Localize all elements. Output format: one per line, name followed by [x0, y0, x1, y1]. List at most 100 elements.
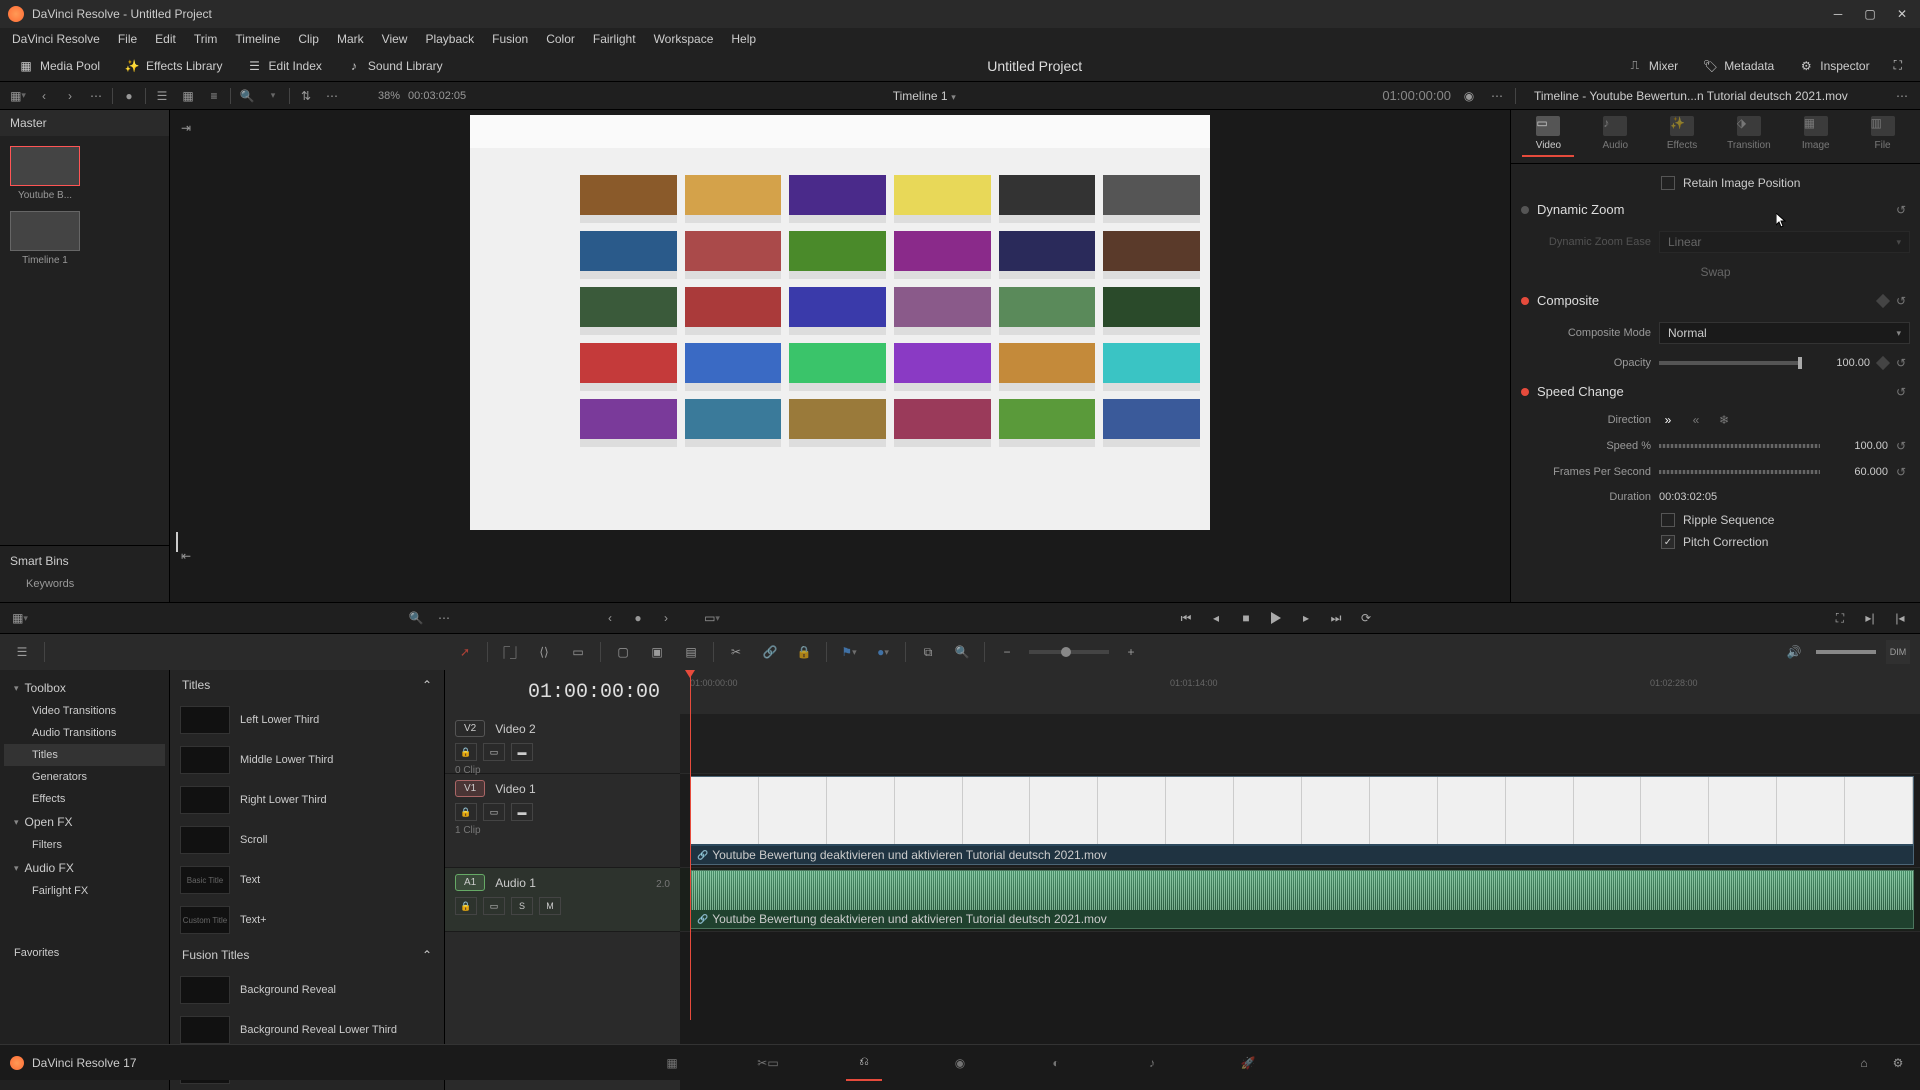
step-back-button[interactable]: ◂	[1206, 608, 1226, 628]
match-frame-2[interactable]: ●	[628, 610, 648, 626]
page-fusion[interactable]: ◉	[942, 1045, 978, 1081]
playhead[interactable]	[690, 670, 691, 1020]
title-item[interactable]: Right Lower Third	[170, 780, 444, 820]
effects-library-toggle[interactable]: ✨Effects Library	[114, 54, 232, 78]
trim-tool[interactable]: ⎾⏌	[498, 640, 522, 664]
timeline-thumb[interactable]: Timeline 1	[10, 211, 80, 266]
step-fwd-button[interactable]: ▸	[1296, 608, 1316, 628]
disable-icon[interactable]: ▬	[511, 803, 533, 821]
title-item[interactable]: Custom TitleText+	[170, 900, 444, 940]
play-button[interactable]	[1266, 608, 1286, 628]
bypass-icon[interactable]: ◉	[1459, 88, 1479, 104]
menu-fairlight[interactable]: Fairlight	[585, 30, 644, 48]
menu-davinci[interactable]: DaVinci Resolve	[4, 30, 108, 48]
menu-clip[interactable]: Clip	[290, 30, 327, 48]
menu-mark[interactable]: Mark	[329, 30, 372, 48]
viewer-mode-dropdown[interactable]: ▭▾	[702, 610, 722, 626]
disable-icon[interactable]: ▬	[511, 743, 533, 761]
arm-icon[interactable]: ▭	[483, 897, 505, 915]
flag-tool[interactable]: ⚑▾	[837, 640, 861, 664]
home-button[interactable]: ⌂	[1852, 1051, 1876, 1075]
direction-freeze-button[interactable]: ❄	[1715, 413, 1733, 427]
favorites-header[interactable]: Favorites	[4, 942, 165, 964]
clip-thumb[interactable]: Youtube B...	[10, 146, 80, 201]
menu-workspace[interactable]: Workspace	[646, 30, 722, 48]
metadata-view[interactable]: ☰	[152, 88, 172, 104]
snap-toggle[interactable]: ⧉	[916, 640, 940, 664]
timeline-timecode-big[interactable]: 01:00:00:00	[445, 670, 680, 714]
viewer-zoom[interactable]: 38%	[378, 90, 400, 102]
track-header-v1[interactable]: V1Video 1 🔒▭▬ 1 Clip	[445, 774, 680, 868]
tree-filters[interactable]: Filters	[4, 834, 165, 856]
search-dropdown[interactable]: ▾	[263, 88, 283, 104]
video-clip[interactable]: 🔗Youtube Bewertung deaktivieren und akti…	[690, 776, 1914, 865]
track-header-a1[interactable]: A1Audio 12.0 🔒▭SM	[445, 868, 680, 932]
title-item[interactable]: Middle Lower Third	[170, 740, 444, 780]
ripple-sequence-checkbox[interactable]	[1661, 513, 1675, 527]
auto-select-icon[interactable]: ▭	[483, 743, 505, 761]
menu-playback[interactable]: Playback	[417, 30, 482, 48]
tree-video-transitions[interactable]: Video Transitions	[4, 700, 165, 722]
loop-button[interactable]: ⟳	[1356, 608, 1376, 628]
pool-more[interactable]: ⋯	[86, 88, 106, 104]
opacity-slider[interactable]	[1659, 361, 1802, 365]
dynamic-trim-tool[interactable]: ⟨⟩	[532, 640, 556, 664]
sound-library-toggle[interactable]: ♪Sound Library	[336, 54, 453, 78]
timeline-timecode[interactable]: 01:00:00:00	[1382, 88, 1451, 103]
expand-button[interactable]: ⛶	[1884, 54, 1912, 78]
composite-mode-select[interactable]: Normal▾	[1659, 322, 1910, 344]
direction-forward-button[interactable]: »	[1659, 413, 1677, 427]
reset-icon[interactable]: ↺	[1896, 385, 1910, 399]
overwrite-tool[interactable]: ▣	[645, 640, 669, 664]
page-media[interactable]: ▦	[654, 1045, 690, 1081]
track-lane-a1[interactable]: 🔗Youtube Bewertung deaktivieren und akti…	[680, 868, 1920, 932]
reset-icon[interactable]: ↺	[1896, 465, 1910, 479]
dynamic-zoom-toggle[interactable]	[1521, 206, 1529, 214]
position-lock[interactable]: 🔒	[792, 640, 816, 664]
speed-slider[interactable]	[1659, 444, 1820, 448]
solo-icon[interactable]: S	[511, 897, 533, 915]
inspector-tab-effects[interactable]: ✨Effects	[1656, 116, 1708, 157]
go-to-start-button[interactable]: ⏮	[1176, 608, 1196, 628]
fx-options[interactable]: ⋯	[434, 610, 454, 626]
title-item[interactable]: Basic TitleText	[170, 860, 444, 900]
pool-dropdown-2[interactable]: ▦▾	[10, 610, 30, 626]
composite-toggle[interactable]	[1521, 297, 1529, 305]
keyframe-icon[interactable]	[1876, 293, 1890, 307]
link-tool[interactable]: 🔗	[758, 640, 782, 664]
direction-reverse-button[interactable]: «	[1687, 413, 1705, 427]
keywords-bin[interactable]: Keywords	[10, 574, 159, 594]
track-header-v2[interactable]: V2Video 2 🔒▭▬ 0 Clip	[445, 714, 680, 774]
opacity-value[interactable]: 100.00	[1810, 357, 1870, 369]
inspector-tab-image[interactable]: ▦Image	[1790, 116, 1842, 157]
page-cut[interactable]: ✂▭	[750, 1045, 786, 1081]
stop-button[interactable]: ■	[1236, 608, 1256, 628]
title-item[interactable]: Scroll	[170, 820, 444, 860]
zoom-to-fit[interactable]: 🔍	[950, 640, 974, 664]
page-edit[interactable]: ⎌	[846, 1045, 882, 1081]
page-deliver[interactable]: 🚀	[1230, 1045, 1266, 1081]
keyframe-icon[interactable]	[1876, 356, 1890, 370]
fusion-title-item[interactable]: Background Reveal	[170, 970, 444, 1010]
mute-toggle[interactable]: 🔊	[1782, 640, 1806, 664]
page-fairlight[interactable]: ♪	[1134, 1045, 1170, 1081]
lock-icon[interactable]: 🔒	[455, 803, 477, 821]
audio-clip[interactable]: 🔗Youtube Bewertung deaktivieren und akti…	[690, 870, 1914, 929]
inspector-tab-audio[interactable]: ♪Audio	[1589, 116, 1641, 157]
dim-toggle[interactable]: DIM	[1886, 640, 1910, 664]
marker-tool[interactable]: ●▾	[871, 640, 895, 664]
edit-index-toggle[interactable]: ☰Edit Index	[237, 54, 332, 78]
prev-edit-button[interactable]: ▸|	[1860, 608, 1880, 628]
tree-toolbox[interactable]: ▾Toolbox	[4, 676, 165, 700]
menu-view[interactable]: View	[374, 30, 416, 48]
minimize-button[interactable]: ─	[1828, 4, 1848, 24]
record-icon[interactable]: ●	[119, 88, 139, 104]
collapse-icon[interactable]: ⌃	[422, 678, 432, 692]
track-lane-v2[interactable]	[680, 714, 1920, 774]
timeline-ruler[interactable]: 01:00:00:00 01:01:14:00 01:02:28:00	[680, 670, 1920, 714]
inspector-tab-transition[interactable]: ⬗Transition	[1723, 116, 1775, 157]
pool-options[interactable]: ⋯	[322, 88, 342, 104]
lock-icon[interactable]: 🔒	[455, 743, 477, 761]
blade-tool[interactable]: ▭	[566, 640, 590, 664]
reset-icon[interactable]: ↺	[1896, 294, 1910, 308]
